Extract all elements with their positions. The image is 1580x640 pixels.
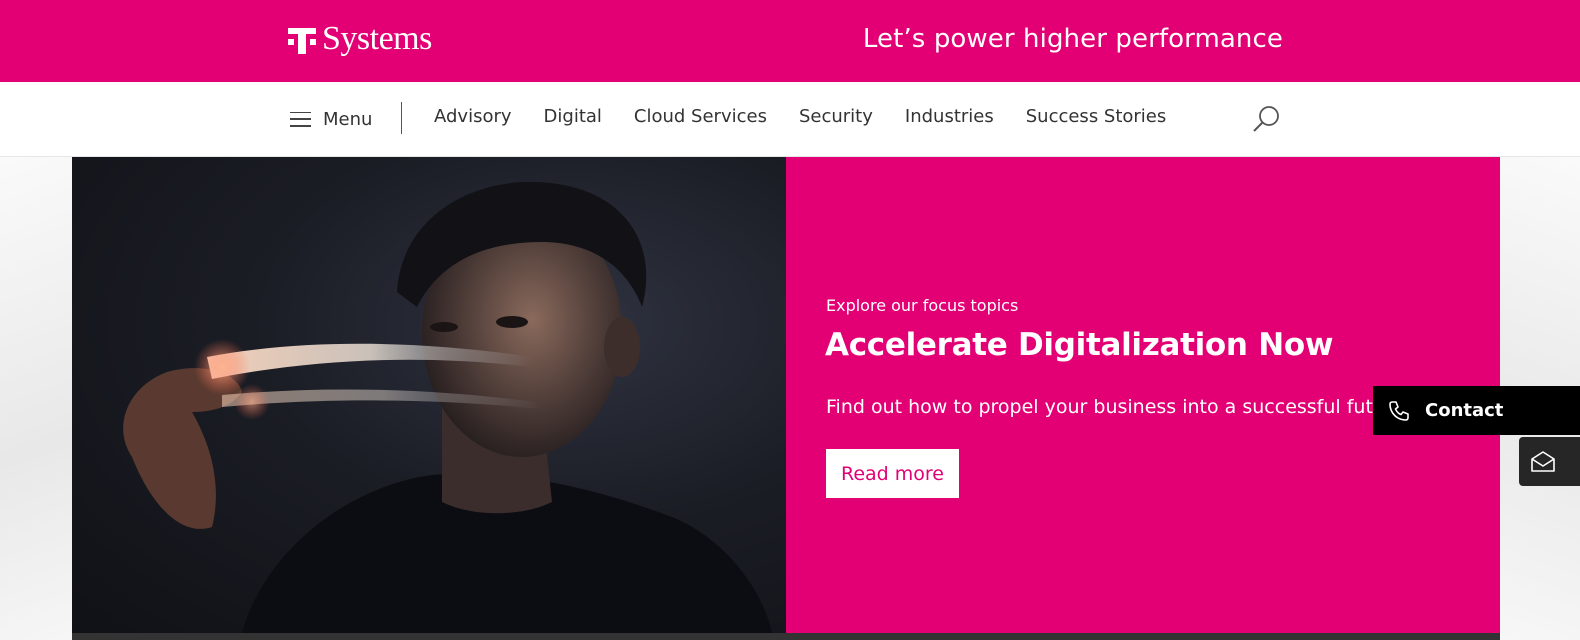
nav-item-digital[interactable]: Digital — [544, 106, 602, 127]
nav-item-industries[interactable]: Industries — [905, 106, 994, 127]
logo-wordmark: Systems — [322, 20, 432, 57]
brand-tagline: Let’s power higher performance — [862, 24, 1283, 54]
nav-links: Advisory Digital Cloud Services Security… — [434, 106, 1166, 127]
hero-eyebrow: Explore our focus topics — [826, 296, 1019, 315]
read-more-button[interactable]: Read more — [826, 449, 959, 498]
hero-headline: Accelerate Digitalization Now — [825, 327, 1334, 363]
top-brand-bar: Systems Let’s power higher performance — [0, 0, 1580, 82]
person-with-light-streak-image — [123, 181, 772, 633]
search-button[interactable] — [1252, 104, 1282, 134]
email-button[interactable] — [1519, 437, 1580, 486]
nav-item-advisory[interactable]: Advisory — [434, 106, 512, 127]
hero-image — [72, 157, 786, 633]
contact-label: Contact — [1425, 400, 1504, 421]
search-icon — [1253, 106, 1279, 132]
hero-background-left — [0, 157, 72, 640]
nav-item-cloud-services[interactable]: Cloud Services — [634, 106, 767, 127]
nav-item-success-stories[interactable]: Success Stories — [1026, 106, 1167, 127]
menu-label: Menu — [323, 108, 373, 130]
mail-icon — [1531, 450, 1555, 472]
nav-item-security[interactable]: Security — [799, 106, 873, 127]
telekom-t-icon — [288, 23, 316, 55]
nav-divider — [401, 102, 402, 134]
next-slide-strip — [72, 633, 1500, 640]
t-systems-logo[interactable]: Systems — [288, 18, 432, 60]
phone-icon — [1389, 400, 1409, 421]
main-navigation: Menu Advisory Digital Cloud Services Sec… — [0, 82, 1580, 157]
menu-button[interactable]: Menu — [290, 106, 372, 132]
hero-body-text: Find out how to propel your business int… — [826, 396, 1385, 418]
hamburger-icon — [290, 111, 311, 127]
contact-button[interactable]: Contact — [1373, 386, 1580, 435]
